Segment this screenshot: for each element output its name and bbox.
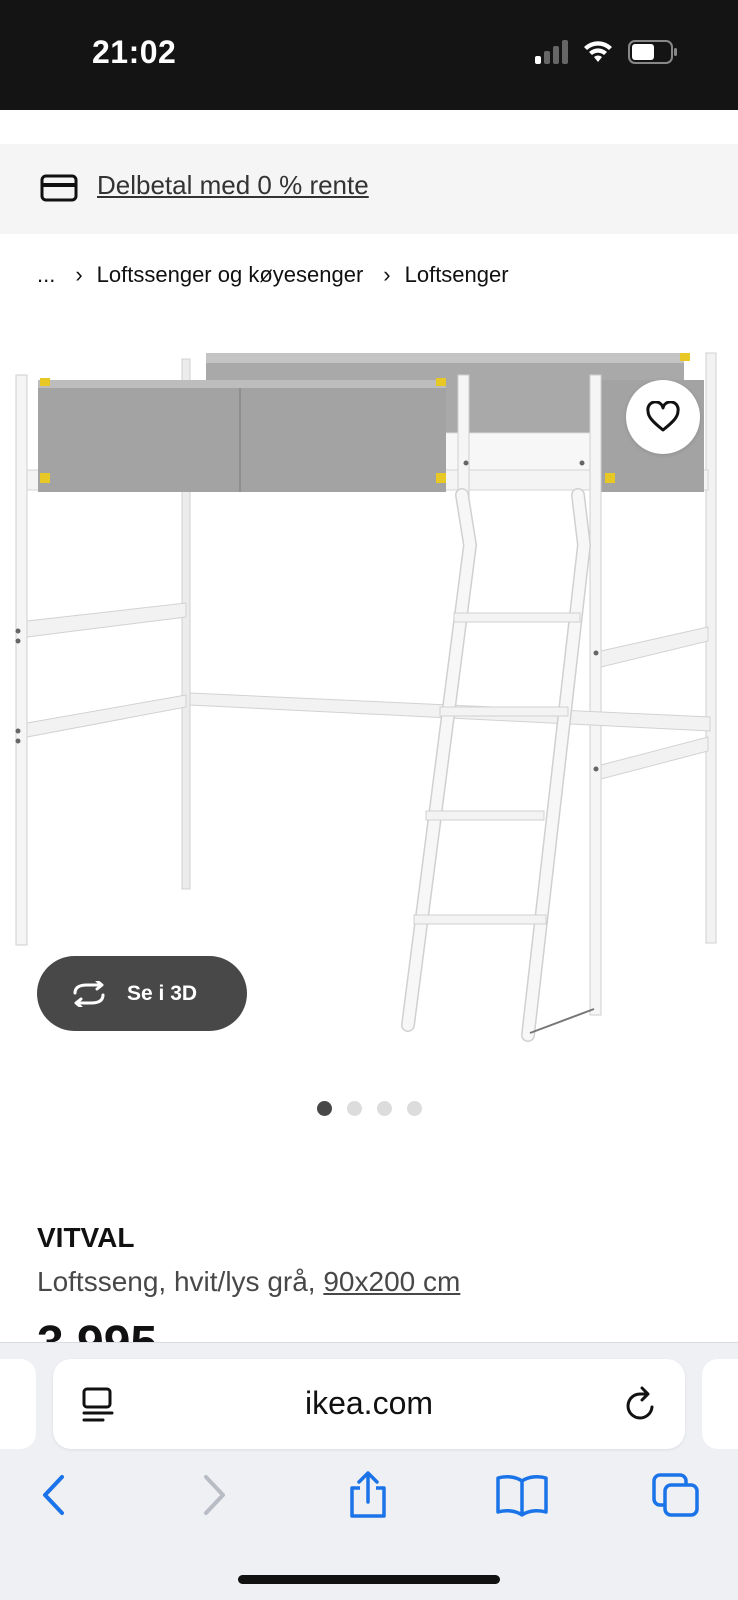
share-button[interactable] (340, 1467, 396, 1523)
rotate-3d-icon (73, 980, 105, 1007)
carousel-dots (317, 1101, 422, 1116)
previous-tab-peek[interactable] (0, 1359, 36, 1449)
carousel-dot[interactable] (317, 1101, 332, 1116)
bookmarks-button[interactable] (494, 1467, 550, 1523)
chevron-right-icon: › (383, 262, 391, 287)
status-time: 21:02 (92, 34, 177, 70)
breadcrumb-item-loftsenger[interactable]: Loftsenger (405, 262, 509, 288)
browser-bottom-bar: ikea.com (0, 1342, 738, 1600)
back-icon (43, 1475, 64, 1515)
browser-toolbar (0, 1467, 738, 1537)
carousel-dot[interactable] (377, 1101, 392, 1116)
cellular-signal-icon (535, 40, 568, 64)
wifi-icon (584, 41, 612, 62)
size-link[interactable]: 90x200 cm (323, 1266, 460, 1297)
address-bar[interactable]: ikea.com (53, 1359, 685, 1449)
product-price: 3 995 (37, 1318, 157, 1344)
breadcrumb-ellipsis[interactable]: ... (37, 262, 55, 288)
payment-banner: Delbetal med 0 % rente (0, 144, 738, 234)
carousel-dot[interactable] (407, 1101, 422, 1116)
view-3d-button[interactable]: Se i 3D (37, 956, 247, 1031)
share-icon (350, 1471, 386, 1518)
tabs-icon (652, 1473, 699, 1517)
tabs-button[interactable] (648, 1467, 704, 1523)
chevron-right-icon: › (75, 262, 83, 287)
back-button[interactable] (26, 1467, 82, 1523)
battery-icon (628, 40, 677, 64)
status-icons (535, 40, 678, 64)
bookmarks-icon (496, 1475, 548, 1517)
product-description: Loftsseng, hvit/lys grå, 90x200 cm (37, 1266, 460, 1298)
next-tab-peek[interactable] (702, 1359, 738, 1449)
forward-button[interactable] (186, 1467, 242, 1523)
heart-icon (646, 401, 680, 432)
view-3d-label: Se i 3D (127, 981, 198, 1005)
reload-icon[interactable] (623, 1385, 659, 1423)
forward-icon (204, 1475, 225, 1515)
product-description-text: Loftsseng, hvit/lys grå, (37, 1266, 324, 1297)
product-name: VITVAL (37, 1222, 135, 1253)
installment-payment-link[interactable]: Delbetal med 0 % rente (97, 170, 369, 201)
home-indicator (238, 1575, 500, 1584)
status-bar: 21:02 (0, 0, 738, 110)
breadcrumb: ... › Loftssenger og køyesenger › Loftse… (37, 262, 509, 288)
breadcrumb-item-loftssenger-og-koyesenger[interactable]: Loftssenger og køyesenger (97, 262, 364, 288)
favorite-button[interactable] (626, 380, 700, 454)
url-text: ikea.com (304, 1385, 434, 1421)
card-icon (40, 174, 78, 202)
carousel-dot[interactable] (347, 1101, 362, 1116)
